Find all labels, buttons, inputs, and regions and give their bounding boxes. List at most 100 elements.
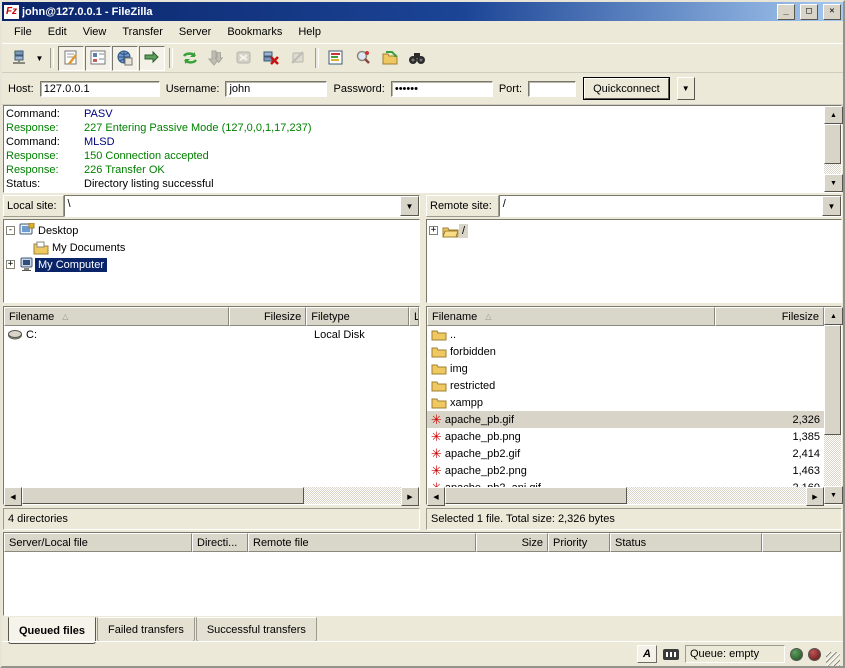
remote-file-row[interactable]: img: [427, 360, 824, 377]
queue-body[interactable]: [4, 552, 841, 615]
log-scrollbar[interactable]: ▲ ▼: [824, 106, 841, 192]
tab-queued-files[interactable]: Queued files: [8, 617, 96, 644]
remote-site-combobox[interactable]: / ▼: [499, 195, 842, 217]
port-input[interactable]: [528, 81, 576, 97]
column-header-server-local-file[interactable]: Server/Local file: [4, 533, 192, 552]
synchronized-browsing-button[interactable]: [377, 46, 403, 71]
column-header-last-modified[interactable]: L: [409, 307, 419, 326]
scroll-right-button[interactable]: ▶: [806, 487, 824, 506]
toggle-message-log-button[interactable]: [58, 46, 84, 71]
chevron-down-icon[interactable]: ▼: [400, 196, 419, 216]
scroll-up-button[interactable]: ▲: [824, 307, 843, 325]
bottom-statusbar: A Queue: empty: [2, 641, 843, 666]
quickconnect-bar: Host: Username: Password: Port: Quickcon…: [2, 73, 843, 105]
reconnect-button[interactable]: [285, 46, 311, 71]
column-header-priority[interactable]: Priority: [548, 533, 610, 552]
quickconnect-button[interactable]: Quickconnect: [584, 78, 669, 99]
message-log-body[interactable]: Command:PASV Response:227 Entering Passi…: [4, 106, 824, 192]
chevron-down-icon[interactable]: ▼: [822, 196, 841, 216]
cancel-operation-button[interactable]: [231, 46, 257, 71]
titlebar[interactable]: Fz john@127.0.0.1 - FileZilla _ □ ✕: [2, 2, 843, 21]
remote-file-row[interactable]: restricted: [427, 377, 824, 394]
close-button[interactable]: ✕: [823, 4, 841, 20]
local-list-hscrollbar[interactable]: ◀ ▶: [4, 487, 419, 504]
tree-item-my-computer[interactable]: + My Computer: [6, 256, 417, 273]
column-header-empty: [762, 533, 841, 552]
remote-file-row[interactable]: ✳apache_pb2.gif 2,414: [427, 445, 824, 462]
remote-file-row[interactable]: ✳apache_pb2.png 1,463: [427, 462, 824, 479]
scroll-up-button[interactable]: ▲: [824, 106, 843, 124]
remote-file-row[interactable]: ✳apache_pb.png 1,385: [427, 428, 824, 445]
tree-item-desktop[interactable]: - Desktop: [6, 222, 417, 239]
scroll-thumb[interactable]: [824, 124, 841, 164]
site-manager-dropdown[interactable]: ▼: [33, 47, 46, 70]
password-input[interactable]: [391, 81, 493, 97]
site-manager-button[interactable]: [6, 46, 32, 71]
local-file-row[interactable]: C: Local Disk: [4, 326, 419, 343]
scroll-thumb[interactable]: [824, 325, 841, 435]
expand-icon[interactable]: +: [6, 260, 15, 269]
remote-list-body[interactable]: .. forbidden img: [427, 326, 824, 487]
directory-comparison-button[interactable]: [350, 46, 376, 71]
column-header-filename[interactable]: Filename△: [427, 307, 715, 326]
expand-icon[interactable]: +: [429, 226, 438, 235]
column-header-filename[interactable]: Filename△: [4, 307, 229, 326]
remote-directory-tree[interactable]: + /: [426, 219, 842, 303]
find-files-button[interactable]: [404, 46, 430, 71]
menu-file[interactable]: File: [6, 24, 40, 40]
folder-icon: [431, 345, 447, 358]
toggle-remote-tree-button[interactable]: [112, 46, 138, 71]
remote-file-row[interactable]: forbidden: [427, 343, 824, 360]
column-header-direction[interactable]: Directi...: [192, 533, 248, 552]
quickconnect-dropdown[interactable]: ▼: [677, 77, 695, 100]
scroll-left-button[interactable]: ◀: [4, 487, 22, 506]
column-header-filesize[interactable]: Filesize: [229, 307, 306, 326]
local-site-combobox[interactable]: \ ▼: [64, 195, 420, 217]
tree-item-root[interactable]: + /: [429, 222, 839, 239]
remote-file-row[interactable]: xampp: [427, 394, 824, 411]
username-input[interactable]: [225, 81, 327, 97]
toggle-local-tree-button[interactable]: [85, 46, 111, 71]
scroll-down-button[interactable]: ▼: [824, 174, 843, 192]
log-line: Command:MLSD: [6, 135, 822, 149]
remote-file-row[interactable]: ..: [427, 326, 824, 343]
refresh-button[interactable]: [177, 46, 203, 71]
maximize-button[interactable]: □: [800, 4, 818, 20]
scroll-thumb[interactable]: [22, 487, 304, 504]
menu-bookmarks[interactable]: Bookmarks: [219, 24, 290, 40]
resize-grip[interactable]: [826, 652, 840, 666]
tree-item-label: /: [459, 224, 468, 238]
scroll-thumb[interactable]: [445, 487, 627, 504]
tab-successful-transfers[interactable]: Successful transfers: [196, 617, 317, 642]
menu-server[interactable]: Server: [171, 24, 219, 40]
collapse-icon[interactable]: -: [6, 226, 15, 235]
tree-item-my-documents[interactable]: My Documents: [6, 239, 417, 256]
directory-listing-filters-button[interactable]: [323, 46, 349, 71]
column-header-status[interactable]: Status: [610, 533, 762, 552]
remote-file-row[interactable]: ✳apache_pb2_ani.gif 2,160: [427, 479, 824, 487]
process-queue-button[interactable]: [204, 46, 230, 71]
local-list-body[interactable]: C: Local Disk: [4, 326, 419, 487]
menu-view[interactable]: View: [75, 24, 115, 40]
scroll-down-button[interactable]: ▼: [824, 486, 843, 504]
local-directory-tree[interactable]: - Desktop My Documents +: [3, 219, 420, 303]
remote-list-hscrollbar[interactable]: ◀ ▶: [427, 487, 824, 504]
scroll-left-button[interactable]: ◀: [427, 487, 445, 506]
remote-file-row-selected[interactable]: ✳apache_pb.gif 2,326: [427, 411, 824, 428]
menu-help[interactable]: Help: [290, 24, 329, 40]
column-header-remote-file[interactable]: Remote file: [248, 533, 476, 552]
menu-edit[interactable]: Edit: [40, 24, 75, 40]
remote-list-vscrollbar[interactable]: ▲ ▼: [824, 307, 841, 504]
toggle-transfer-queue-button[interactable]: [139, 46, 165, 71]
menu-transfer[interactable]: Transfer: [114, 24, 171, 40]
column-header-filesize[interactable]: Filesize: [715, 307, 824, 326]
host-input[interactable]: [40, 81, 160, 97]
scroll-right-button[interactable]: ▶: [401, 487, 419, 506]
disconnect-button[interactable]: [258, 46, 284, 71]
column-header-filetype[interactable]: Filetype: [306, 307, 409, 326]
speed-limit-icon[interactable]: [662, 646, 680, 662]
transfer-type-icon[interactable]: A: [637, 645, 657, 663]
tab-failed-transfers[interactable]: Failed transfers: [97, 617, 195, 642]
minimize-button[interactable]: _: [777, 4, 795, 20]
column-header-size[interactable]: Size: [476, 533, 548, 552]
